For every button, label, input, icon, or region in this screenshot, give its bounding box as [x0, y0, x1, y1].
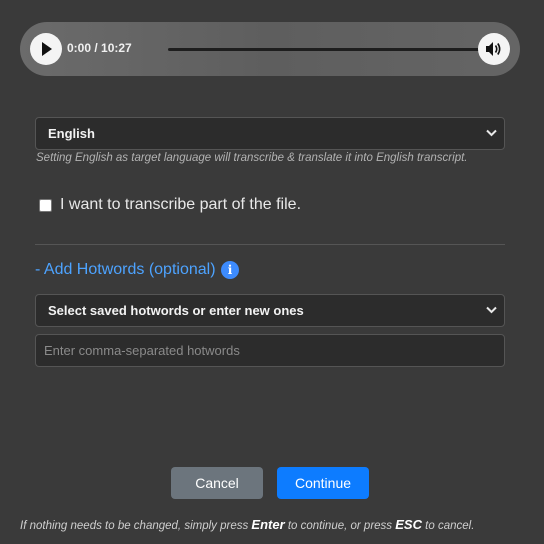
footer-hint: If nothing needs to be changed, simply p…	[20, 517, 474, 532]
footer-text-3: to cancel.	[421, 520, 475, 532]
time-display: 0:00 / 10:27	[67, 41, 132, 55]
footer-text-1: If nothing needs to be changed, simply p…	[20, 520, 252, 532]
hotwords-input[interactable]	[35, 334, 505, 367]
volume-button[interactable]	[478, 33, 510, 65]
continue-button[interactable]: Continue	[277, 467, 369, 499]
language-select-value: English	[48, 126, 95, 141]
language-hint: Setting English as target language will …	[36, 152, 468, 164]
partial-transcribe-label[interactable]: I want to transcribe part of the file.	[60, 196, 301, 214]
footer-text-2: to continue, or press	[284, 520, 396, 532]
saved-hotwords-value: Select saved hotwords or enter new ones	[48, 303, 304, 318]
play-icon	[42, 42, 52, 56]
seek-slider[interactable]	[168, 48, 482, 51]
chevron-down-icon	[486, 306, 497, 314]
enter-key-label: Enter	[251, 517, 285, 532]
audio-player: 0:00 / 10:27	[20, 22, 520, 76]
saved-hotwords-select[interactable]: Select saved hotwords or enter new ones	[35, 294, 505, 327]
divider	[35, 244, 505, 245]
add-hotwords-toggle[interactable]: - Add Hotwords (optional)	[35, 261, 216, 279]
cancel-button[interactable]: Cancel	[171, 467, 263, 499]
info-icon[interactable]: i	[221, 261, 239, 279]
esc-key-label: ESC	[395, 517, 422, 532]
chevron-down-icon	[486, 129, 497, 137]
language-select[interactable]: English	[35, 117, 505, 150]
play-button[interactable]	[30, 33, 62, 65]
partial-transcribe-checkbox[interactable]	[39, 199, 52, 212]
volume-icon	[486, 42, 501, 56]
